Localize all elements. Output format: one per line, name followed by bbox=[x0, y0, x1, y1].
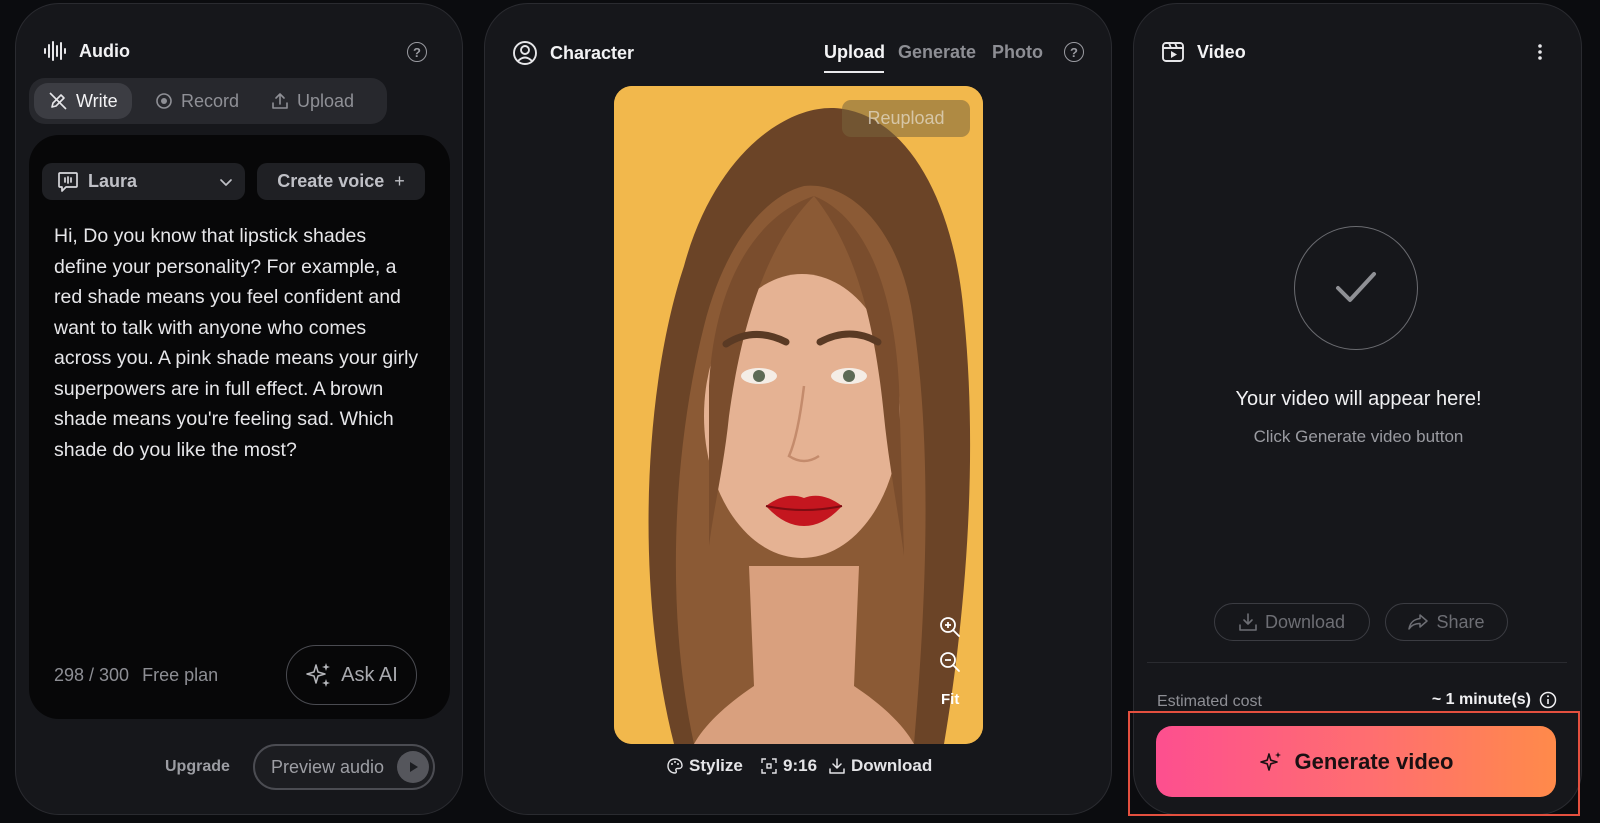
help-icon[interactable]: ? bbox=[1064, 42, 1084, 62]
audio-header: Audio bbox=[43, 40, 130, 62]
script-editor: Laura Create voice + Hi, Do you know tha… bbox=[29, 135, 450, 719]
upgrade-link[interactable]: Upgrade bbox=[165, 758, 230, 776]
character-header: Character bbox=[512, 40, 634, 66]
download-icon bbox=[1239, 613, 1257, 631]
script-text[interactable]: Hi, Do you know that lipstick shades def… bbox=[54, 221, 419, 465]
video-clapper-icon bbox=[1162, 42, 1184, 62]
tab-generate[interactable]: Generate bbox=[898, 42, 976, 63]
video-placeholder-title: Your video will appear here! bbox=[1235, 388, 1482, 410]
create-voice-label: Create voice bbox=[277, 171, 385, 191]
fit-button[interactable]: Fit bbox=[941, 691, 959, 708]
plan-label: Free plan bbox=[142, 665, 219, 685]
tab-photo[interactable]: Photo bbox=[992, 42, 1043, 63]
palette-icon bbox=[667, 758, 683, 774]
tab-upload[interactable]: Upload bbox=[257, 83, 368, 119]
portrait-image bbox=[614, 86, 983, 744]
aspect-ratio-button[interactable]: 9:16 bbox=[761, 756, 817, 776]
video-title: Video bbox=[1197, 41, 1246, 62]
check-icon bbox=[1294, 226, 1418, 350]
preview-audio-label: Preview audio bbox=[271, 756, 385, 777]
audio-mode-tabs: Write Record Upload bbox=[29, 78, 387, 124]
tab-upload-character[interactable]: Upload bbox=[824, 42, 885, 63]
download-character-button[interactable]: Download bbox=[829, 756, 932, 776]
preview-audio-button[interactable]: Preview audio bbox=[253, 744, 435, 790]
tab-record[interactable]: Record bbox=[141, 83, 253, 119]
character-panel: Character Upload Generate Photo ? Reuplo… bbox=[484, 3, 1112, 815]
upload-icon bbox=[272, 93, 288, 109]
char-counter: 298 / 300 Free plan bbox=[54, 665, 218, 686]
ask-ai-button[interactable]: Ask AI bbox=[286, 645, 417, 705]
ask-ai-label: Ask AI bbox=[341, 663, 398, 686]
sparkles-icon bbox=[1259, 751, 1281, 771]
voice-select[interactable]: Laura bbox=[42, 163, 245, 200]
record-icon bbox=[156, 93, 172, 109]
sparkles-icon bbox=[306, 663, 331, 687]
stylize-label: Stylize bbox=[689, 756, 743, 775]
audio-panel: Audio ? Write Record Upload Laura Create… bbox=[15, 3, 463, 815]
stylize-button[interactable]: Stylize bbox=[667, 756, 743, 776]
share-video-button[interactable]: Share bbox=[1385, 603, 1508, 641]
pencil-off-icon bbox=[49, 92, 67, 110]
share-icon bbox=[1408, 614, 1429, 630]
download-video-label: Download bbox=[1264, 611, 1346, 632]
tab-write-label: Write bbox=[76, 90, 118, 111]
zoom-out-icon[interactable] bbox=[939, 651, 961, 673]
info-icon[interactable] bbox=[1539, 691, 1557, 709]
download-character-label: Download bbox=[851, 756, 933, 775]
more-options-icon[interactable] bbox=[1537, 42, 1543, 62]
create-voice-button[interactable]: Create voice + bbox=[257, 163, 425, 200]
play-icon bbox=[397, 751, 429, 783]
video-placeholder-subtitle: Click Generate video button bbox=[1253, 427, 1464, 446]
plus-icon: + bbox=[394, 171, 405, 191]
estimated-cost-label: Estimated cost bbox=[1157, 693, 1262, 710]
aspect-ratio-icon bbox=[761, 758, 777, 774]
tab-write[interactable]: Write bbox=[34, 83, 132, 119]
user-circle-icon bbox=[513, 41, 537, 65]
generate-video-label: Generate video bbox=[1294, 748, 1454, 774]
chevron-down-icon bbox=[220, 179, 232, 186]
active-tab-underline bbox=[824, 71, 884, 73]
share-video-label: Share bbox=[1436, 611, 1485, 632]
generate-video-button[interactable]: Generate video bbox=[1156, 726, 1556, 797]
estimated-cost-value: ~ 1 minute(s) bbox=[1431, 691, 1531, 708]
waveform-icon bbox=[44, 41, 66, 61]
character-photo: Reupload Fit bbox=[614, 86, 983, 744]
audio-title: Audio bbox=[79, 40, 130, 61]
estimated-cost: ~ 1 minute(s) bbox=[1432, 691, 1557, 709]
character-title: Character bbox=[550, 42, 635, 63]
char-count: 298 / 300 bbox=[54, 665, 130, 685]
help-icon[interactable]: ? bbox=[407, 42, 427, 62]
divider bbox=[1147, 662, 1567, 663]
tab-upload-label: Upload bbox=[297, 90, 355, 111]
zoom-in-icon[interactable] bbox=[939, 616, 961, 638]
voice-select-value: Laura bbox=[88, 171, 138, 191]
tab-record-label: Record bbox=[181, 90, 240, 111]
download-icon bbox=[829, 758, 845, 774]
aspect-ratio-label: 9:16 bbox=[783, 756, 818, 775]
speech-bubble-icon bbox=[58, 171, 78, 192]
video-panel: Video Your video will appear here! Click… bbox=[1133, 3, 1582, 815]
reupload-button[interactable]: Reupload bbox=[842, 100, 970, 137]
video-header: Video bbox=[1161, 40, 1246, 64]
download-video-button[interactable]: Download bbox=[1214, 603, 1370, 641]
